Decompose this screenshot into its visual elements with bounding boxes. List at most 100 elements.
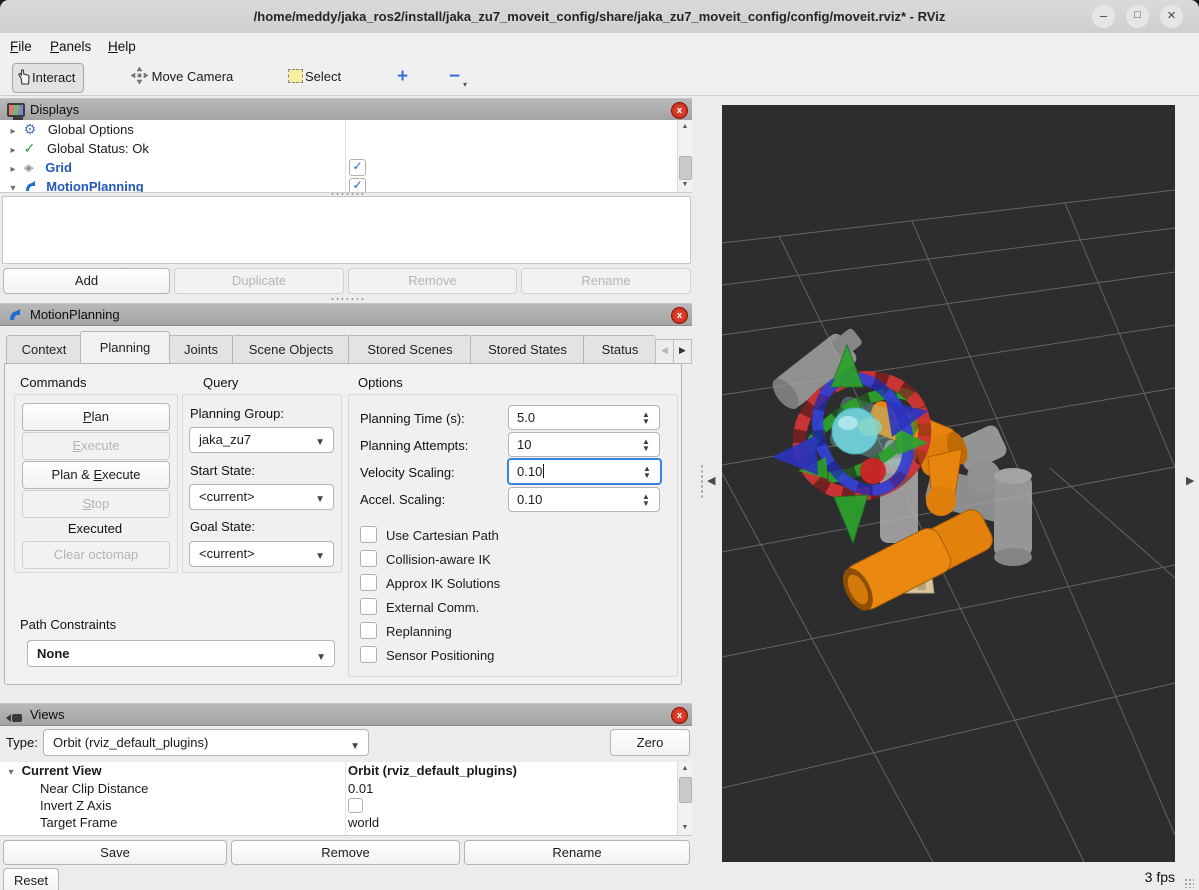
sensor-positioning-checkbox[interactable] xyxy=(360,646,377,663)
close-button[interactable]: × xyxy=(1160,5,1183,28)
tree-row-target-frame[interactable]: Target Frame world xyxy=(0,814,692,831)
marker-red-knob[interactable] xyxy=(860,458,886,484)
viewport-scene[interactable] xyxy=(722,105,1175,862)
tab-stored-scenes[interactable]: Stored Scenes xyxy=(348,335,472,363)
path-constraints-combobox[interactable]: None▼ xyxy=(27,640,335,667)
views-type-combobox[interactable]: Orbit (rviz_default_plugins)▼ xyxy=(43,729,369,756)
use-cartesian-path-row[interactable]: Use Cartesian Path xyxy=(360,526,500,550)
select-tool-button[interactable]: Select xyxy=(288,63,341,91)
scroll-up-icon[interactable]: ▲ xyxy=(678,762,692,776)
execute-button[interactable]: Execute xyxy=(22,432,170,460)
menu-panels[interactable]: Panels xyxy=(50,37,91,57)
replanning-row[interactable]: Replanning xyxy=(360,622,500,646)
views-tree[interactable]: ▾ Current View Orbit (rviz_default_plugi… xyxy=(0,762,692,836)
interact-tool-button[interactable]: Interact xyxy=(12,63,84,93)
titlebar[interactable]: /home/meddy/jaka_ros2/install/jaka_zu7_m… xyxy=(0,0,1199,34)
plan-button[interactable]: Plan xyxy=(22,403,170,431)
remove-tool-button[interactable]: −▾ xyxy=(449,63,460,91)
views-zero-button[interactable]: Zero xyxy=(610,729,690,756)
invert-z-axis-checkbox[interactable] xyxy=(348,798,363,813)
displays-rename-button[interactable]: Rename xyxy=(521,268,691,294)
planning-group-combobox[interactable]: jaka_zu7▼ xyxy=(189,427,334,453)
velocity-scaling-spinbox[interactable]: 0.10▲▼ xyxy=(507,458,662,485)
panel-splitter-handle[interactable] xyxy=(330,297,364,301)
views-panel-header[interactable]: Views x xyxy=(0,703,692,726)
tree-row-global-options[interactable]: ▸ ⚙ Global Options xyxy=(0,120,692,139)
reset-button[interactable]: Reset xyxy=(3,868,59,890)
add-tool-button[interactable]: + xyxy=(397,63,408,91)
expand-icon[interactable]: ▾ xyxy=(6,179,20,193)
replanning-checkbox[interactable] xyxy=(360,622,377,639)
displays-panel-header[interactable]: Displays x xyxy=(0,98,692,121)
viewport-splitter-handle[interactable] xyxy=(700,464,704,498)
planning-time-spinbox[interactable]: 5.0▲▼ xyxy=(508,405,660,430)
motionplanning-panel-header[interactable]: MotionPlanning x xyxy=(0,303,692,326)
tab-joints[interactable]: Joints xyxy=(168,335,234,363)
displays-add-button[interactable]: Add xyxy=(3,268,170,294)
collision-aware-ik-row[interactable]: Collision-aware IK xyxy=(360,550,500,574)
viewport-3d[interactable] xyxy=(722,105,1175,862)
external-comm-row[interactable]: External Comm. xyxy=(360,598,500,622)
move-camera-tool-button[interactable]: Move Camera xyxy=(131,63,233,91)
displays-close-icon[interactable]: x xyxy=(671,102,688,119)
start-state-combobox[interactable]: <current>▼ xyxy=(189,484,334,510)
displays-scrollbar[interactable]: ▲ ▼ xyxy=(677,120,692,192)
spin-arrows-icon[interactable]: ▲▼ xyxy=(639,434,653,455)
views-close-icon[interactable]: x xyxy=(671,707,688,724)
move-arrow-down[interactable] xyxy=(834,495,868,543)
external-comm-checkbox[interactable] xyxy=(360,598,377,615)
executed-label: Executed xyxy=(22,521,168,536)
tab-scroll-left-icon[interactable]: ◀ xyxy=(655,339,674,364)
menu-help[interactable]: Help xyxy=(108,37,136,57)
collapse-right-icon[interactable]: ▶ xyxy=(1186,474,1194,487)
spin-arrows-icon[interactable]: ▲▼ xyxy=(639,489,653,510)
tree-row-motionplanning[interactable]: ▾ MotionPlanning xyxy=(0,177,692,193)
clear-octomap-button[interactable]: Clear octomap xyxy=(22,541,170,569)
views-save-button[interactable]: Save xyxy=(3,840,227,865)
grid-enabled-checkbox[interactable] xyxy=(349,159,366,176)
planning-attempts-spinbox[interactable]: 10▲▼ xyxy=(508,432,660,457)
scroll-down-icon[interactable]: ▼ xyxy=(678,821,692,835)
resize-grip[interactable] xyxy=(1184,878,1194,888)
use-cartesian-path-checkbox[interactable] xyxy=(360,526,377,543)
minimize-button[interactable]: – xyxy=(1092,5,1115,28)
menu-file[interactable]: File xyxy=(10,37,32,57)
tab-stored-states[interactable]: Stored States xyxy=(470,335,585,363)
tree-row-grid[interactable]: ▸ ◈ Grid xyxy=(0,158,692,177)
goal-state-combobox[interactable]: <current>▼ xyxy=(189,541,334,567)
fps-counter: 3 fps xyxy=(1100,869,1175,885)
tree-row-current-view[interactable]: ▾ Current View Orbit (rviz_default_plugi… xyxy=(0,762,692,780)
views-remove-button[interactable]: Remove xyxy=(231,840,460,865)
stop-button[interactable]: Stop xyxy=(22,490,170,518)
scroll-down-icon[interactable]: ▼ xyxy=(678,178,692,192)
collision-aware-ik-checkbox[interactable] xyxy=(360,550,377,567)
scroll-up-icon[interactable]: ▲ xyxy=(678,120,692,134)
approx-ik-solutions-row[interactable]: Approx IK Solutions xyxy=(360,574,500,598)
tree-row-global-status[interactable]: ▸ ✓ Global Status: Ok xyxy=(0,139,692,158)
tab-context[interactable]: Context xyxy=(6,335,82,363)
tree-row-near-clip[interactable]: Near Clip Distance 0.01 xyxy=(0,780,692,797)
views-rename-button[interactable]: Rename xyxy=(464,840,690,865)
tab-scene-objects[interactable]: Scene Objects xyxy=(232,335,350,363)
tab-status[interactable]: Status xyxy=(583,335,656,363)
tab-scroll-right-icon[interactable]: ▶ xyxy=(673,339,692,364)
displays-remove-button[interactable]: Remove xyxy=(348,268,517,294)
motionplanning-close-icon[interactable]: x xyxy=(671,307,688,324)
sensor-positioning-row[interactable]: Sensor Positioning xyxy=(360,646,500,670)
spin-arrows-icon[interactable]: ▲▼ xyxy=(639,407,653,428)
collapse-left-icon[interactable]: ◀ xyxy=(707,474,715,487)
hand-cursor-icon xyxy=(17,69,32,85)
tree-row-invert-z[interactable]: Invert Z Axis xyxy=(0,797,692,814)
spin-arrows-icon[interactable]: ▲▼ xyxy=(640,461,654,482)
scrollbar-thumb[interactable] xyxy=(679,156,692,180)
approx-ik-solutions-checkbox[interactable] xyxy=(360,574,377,591)
displays-tree[interactable]: ▸ ⚙ Global Options ▸ ✓ Global Status: Ok… xyxy=(0,120,692,193)
scrollbar-thumb[interactable] xyxy=(679,777,692,803)
motionplanning-enabled-checkbox[interactable] xyxy=(349,178,366,193)
views-scrollbar[interactable]: ▲ ▼ xyxy=(677,762,692,835)
maximize-button[interactable]: □ xyxy=(1126,5,1149,28)
tab-planning[interactable]: Planning xyxy=(80,331,170,363)
accel-scaling-spinbox[interactable]: 0.10▲▼ xyxy=(508,487,660,512)
plan-and-execute-button[interactable]: Plan & Execute xyxy=(22,461,170,489)
displays-duplicate-button[interactable]: Duplicate xyxy=(174,268,344,294)
